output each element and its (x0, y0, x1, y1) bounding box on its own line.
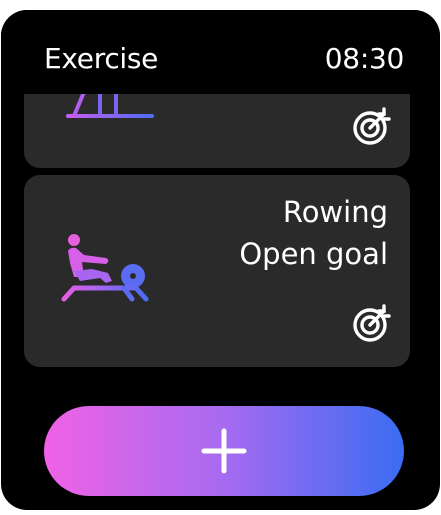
exercise-name: Rowing (282, 195, 388, 229)
exercise-card-rowing[interactable]: Rowing Open goal (24, 175, 410, 367)
page-title: Exercise (44, 42, 159, 75)
plus-icon (201, 428, 247, 474)
target-icon (353, 107, 391, 145)
rowing-machine-icon (61, 234, 149, 302)
exercise-goal: Open goal (239, 237, 388, 271)
header-bar: Exercise 08:30 (1, 10, 440, 94)
watch-screen: Rowing Open goal Exercise 08:30 (1, 10, 440, 510)
target-icon (353, 304, 391, 342)
clock-time: 08:30 (324, 42, 405, 75)
add-exercise-button[interactable] (44, 406, 404, 496)
watch-device: Rowing Open goal Exercise 08:30 (0, 0, 441, 515)
